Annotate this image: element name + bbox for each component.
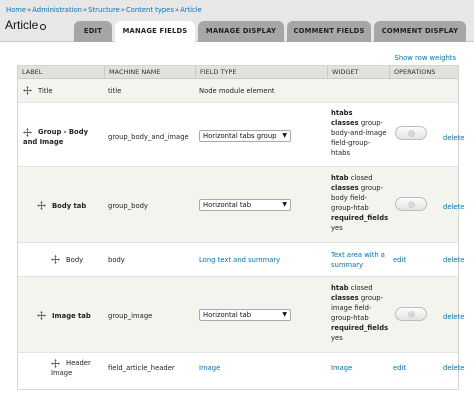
widget-value: yes <box>331 334 343 342</box>
widget-link[interactable]: Image <box>331 363 352 373</box>
select-value: Horizontal tab <box>203 201 252 209</box>
machine-name: group_image <box>108 312 153 320</box>
widget-key: classes <box>331 119 359 127</box>
machine-name: body <box>108 256 125 264</box>
field-type-select[interactable]: Horizontal tab ▼ <box>199 199 291 211</box>
machine-name: group_body <box>108 202 148 210</box>
column-header-widget: WIDGET <box>327 66 389 79</box>
edit-link[interactable]: edit <box>393 363 406 373</box>
breadcrumb: Home»Administration»Structure»Content ty… <box>6 6 202 14</box>
widget-key: classes <box>331 294 359 302</box>
field-label: Title <box>38 87 53 95</box>
field-label: Body tab <box>52 202 87 210</box>
field-type-select[interactable]: Horizontal tabs group ▼ <box>199 130 291 142</box>
column-header-field-type: FIELD TYPE <box>195 66 327 79</box>
drag-handle-icon[interactable] <box>37 311 46 320</box>
field-type-select[interactable]: Horizontal tab ▼ <box>199 309 291 321</box>
widget-summary: htab closed classes group-image field-gro… <box>331 283 389 343</box>
select-arrow-icon: ▼ <box>282 311 287 318</box>
tab-manage-fields[interactable]: MANAGE FIELDS <box>115 21 195 43</box>
breadcrumb-separator: » <box>174 6 180 14</box>
field-label: Header Image <box>51 359 91 377</box>
tab-manage-display[interactable]: MANAGE DISPLAY <box>198 21 284 42</box>
delete-link[interactable]: delete <box>443 133 464 143</box>
table-row: Image tab group_image Horizontal tab ▼ ht… <box>18 277 464 353</box>
show-row-weights-link[interactable]: Show row weights <box>395 54 456 62</box>
column-header-machine-name: MACHINE NAME <box>104 66 195 79</box>
delete-link[interactable]: delete <box>443 363 464 373</box>
edit-link[interactable]: edit <box>393 255 406 265</box>
drag-handle-icon[interactable] <box>37 201 46 210</box>
widget-summary: htabs classes group-body-and-image field-… <box>331 108 387 158</box>
widget-value: closed <box>348 174 373 182</box>
fields-table: LABEL MACHINE NAME FIELD TYPE WIDGET OPE… <box>17 65 464 390</box>
widget-key: classes <box>331 184 359 192</box>
shortcut-icon[interactable] <box>40 24 46 30</box>
settings-button[interactable] <box>395 126 427 140</box>
settings-button[interactable] <box>395 197 427 211</box>
tab-edit[interactable]: EDIT <box>74 21 112 42</box>
table-row: Title title Node module element <box>18 79 458 103</box>
table-row: Body tab group_body Horizontal tab ▼ htab… <box>18 167 464 243</box>
delete-link[interactable]: delete <box>443 255 464 265</box>
breadcrumb-article[interactable]: Article <box>180 6 202 14</box>
gear-icon <box>408 311 415 318</box>
delete-link[interactable]: delete <box>443 312 464 322</box>
tab-comment-fields[interactable]: COMMENT FIELDS <box>287 21 371 42</box>
widget-link[interactable]: Text area with a summary <box>331 250 389 270</box>
table-header: LABEL MACHINE NAME FIELD TYPE WIDGET OPE… <box>18 66 458 79</box>
widget-key: htab <box>331 174 349 182</box>
widget-key: required_fields <box>331 324 389 332</box>
breadcrumb-separator: » <box>83 6 88 14</box>
table-row: Body body Long text and summary Text are… <box>18 243 464 277</box>
breadcrumb-separator: » <box>120 6 125 14</box>
tab-comment-display[interactable]: COMMENT DISPLAY <box>374 21 466 42</box>
machine-name: group_body_and_image <box>108 133 189 141</box>
page-title: Article <box>5 18 39 32</box>
select-arrow-icon: ▼ <box>282 132 287 139</box>
widget-value: yes <box>331 224 343 232</box>
table-row: Header Image field_article_header Image … <box>18 353 464 389</box>
breadcrumb-separator: » <box>27 6 32 14</box>
column-header-operations: OPERATIONS <box>389 66 460 79</box>
select-value: Horizontal tab <box>203 311 252 319</box>
widget-key: htabs <box>331 109 353 117</box>
breadcrumb-content-types[interactable]: Content types <box>126 6 174 14</box>
field-label: Group - Body and Image <box>23 128 89 146</box>
field-type: Node module element <box>199 87 275 95</box>
breadcrumb-home[interactable]: Home <box>6 6 26 14</box>
column-header-label: LABEL <box>22 68 43 76</box>
field-label: Body <box>66 256 84 264</box>
breadcrumb-structure[interactable]: Structure <box>88 6 120 14</box>
gear-icon <box>408 201 415 208</box>
select-arrow-icon: ▼ <box>282 201 287 208</box>
table-row: Group - Body and Image group_body_and_im… <box>18 103 464 167</box>
drag-handle-icon[interactable] <box>51 255 60 264</box>
machine-name: title <box>108 87 122 95</box>
field-type-link[interactable]: Image <box>199 363 220 373</box>
field-label: Image tab <box>52 312 91 320</box>
widget-key: htab <box>331 284 349 292</box>
select-value: Horizontal tabs group <box>203 132 277 140</box>
delete-link[interactable]: delete <box>443 202 464 212</box>
settings-button[interactable] <box>395 307 427 321</box>
drag-handle-icon[interactable] <box>23 86 32 95</box>
machine-name: field_article_header <box>108 364 175 372</box>
field-type-link[interactable]: Long text and summary <box>199 255 280 265</box>
widget-key: required_fields <box>331 214 389 222</box>
widget-summary: htab closed classes group-body field-grou… <box>331 173 389 233</box>
widget-value: closed <box>348 284 373 292</box>
page-header: Home»Administration»Structure»Content ty… <box>0 0 474 43</box>
breadcrumb-administration[interactable]: Administration <box>32 6 82 14</box>
gear-icon <box>408 130 415 137</box>
